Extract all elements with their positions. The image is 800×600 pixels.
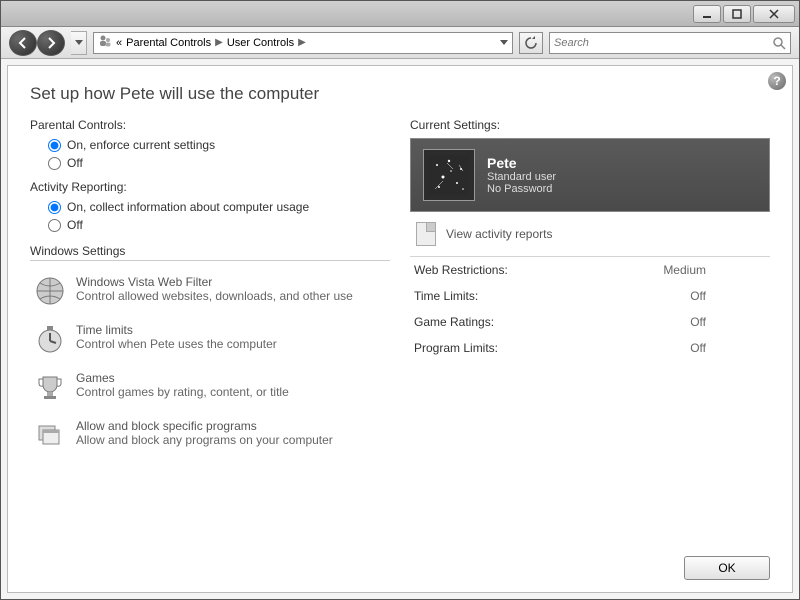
status-row-programs[interactable]: Program Limits: Off [410, 335, 770, 361]
status-key: Time Limits: [414, 289, 478, 303]
user-name: Pete [487, 155, 556, 171]
left-column: Parental Controls: On, enforce current s… [30, 118, 390, 546]
parental-controls-off-label: Off [67, 156, 83, 170]
nav-arrows [9, 30, 65, 56]
avatar [423, 149, 475, 201]
window: « Parental Controls ▶ User Controls ▶ ? … [0, 0, 800, 600]
search-icon [772, 36, 786, 50]
back-button[interactable] [9, 30, 37, 56]
status-value: Off [690, 315, 766, 329]
divider [30, 260, 390, 261]
setting-title: Time limits [76, 323, 277, 337]
panel: ? Set up how Pete will use the computer … [7, 65, 793, 593]
status-row-games[interactable]: Game Ratings: Off [410, 309, 770, 335]
windows-settings-label: Windows Settings [30, 244, 390, 258]
minimize-button[interactable] [693, 5, 721, 23]
search-input[interactable] [554, 37, 772, 49]
status-key: Program Limits: [414, 341, 498, 355]
user-card: Pete Standard user No Password [410, 138, 770, 212]
address-dropdown[interactable] [500, 40, 508, 45]
status-value: Off [690, 341, 766, 355]
parental-controls-label: Parental Controls: [30, 118, 390, 132]
current-settings-label: Current Settings: [410, 118, 770, 132]
navbar: « Parental Controls ▶ User Controls ▶ [1, 27, 799, 59]
ok-button[interactable]: OK [684, 556, 770, 580]
setting-desc: Control allowed websites, downloads, and… [76, 289, 353, 303]
titlebar [1, 1, 799, 27]
close-button[interactable] [753, 5, 795, 23]
user-role: Standard user [487, 171, 556, 183]
breadcrumb-prefix[interactable]: « [116, 37, 122, 49]
document-icon [416, 222, 436, 246]
activity-reporting-on-radio[interactable] [48, 201, 61, 214]
chevron-down-icon [75, 40, 83, 45]
setting-title: Windows Vista Web Filter [76, 275, 353, 289]
chevron-right-icon: ▶ [215, 37, 223, 48]
setting-title: Games [76, 371, 289, 385]
window-stack-icon [34, 419, 66, 451]
help-button[interactable]: ? [768, 72, 786, 90]
setting-title: Allow and block specific programs [76, 419, 333, 433]
user-password-status: No Password [487, 183, 556, 195]
refresh-button[interactable] [519, 32, 543, 54]
activity-reporting-on-label: On, collect information about computer u… [67, 200, 309, 214]
right-column: Current Settings: Pe [410, 118, 770, 546]
search-box[interactable] [549, 32, 791, 54]
activity-link-label: View activity reports [446, 227, 552, 241]
status-key: Game Ratings: [414, 315, 494, 329]
breadcrumb-item-user-controls[interactable]: User Controls [227, 37, 294, 49]
globe-icon [34, 275, 66, 307]
games-item[interactable]: Games Control games by rating, content, … [30, 365, 390, 413]
parental-controls-icon [98, 34, 112, 51]
breadcrumb-item-parental-controls[interactable]: Parental Controls [126, 37, 211, 49]
status-value: Medium [663, 263, 766, 277]
stopwatch-icon [34, 323, 66, 355]
trophy-icon [34, 371, 66, 403]
status-key: Web Restrictions: [414, 263, 508, 277]
forward-button[interactable] [37, 30, 65, 56]
status-row-time[interactable]: Time Limits: Off [410, 283, 770, 309]
time-limits-item[interactable]: Time limits Control when Pete uses the c… [30, 317, 390, 365]
activity-reporting-label: Activity Reporting: [30, 180, 390, 194]
page-title: Set up how Pete will use the computer [30, 84, 770, 104]
setting-desc: Control when Pete uses the computer [76, 337, 277, 351]
status-row-web[interactable]: Web Restrictions: Medium [410, 256, 770, 283]
parental-controls-on-radio[interactable] [48, 139, 61, 152]
allow-block-programs-item[interactable]: Allow and block specific programs Allow … [30, 413, 390, 461]
parental-controls-off-radio[interactable] [48, 157, 61, 170]
chevron-down-icon [500, 40, 508, 45]
address-bar[interactable]: « Parental Controls ▶ User Controls ▶ [93, 32, 513, 54]
footer: OK [30, 546, 770, 580]
content-wrapper: ? Set up how Pete will use the computer … [1, 59, 799, 599]
activity-reporting-off-label: Off [67, 218, 83, 232]
chevron-right-icon: ▶ [298, 37, 306, 48]
setting-desc: Control games by rating, content, or tit… [76, 385, 289, 399]
parental-controls-on-label: On, enforce current settings [67, 138, 215, 152]
maximize-button[interactable] [723, 5, 751, 23]
web-filter-item[interactable]: Windows Vista Web Filter Control allowed… [30, 269, 390, 317]
status-value: Off [690, 289, 766, 303]
nav-history-dropdown[interactable] [71, 31, 87, 55]
activity-reporting-off-radio[interactable] [48, 219, 61, 232]
setting-desc: Allow and block any programs on your com… [76, 433, 333, 447]
view-activity-reports-link[interactable]: View activity reports [410, 212, 770, 256]
